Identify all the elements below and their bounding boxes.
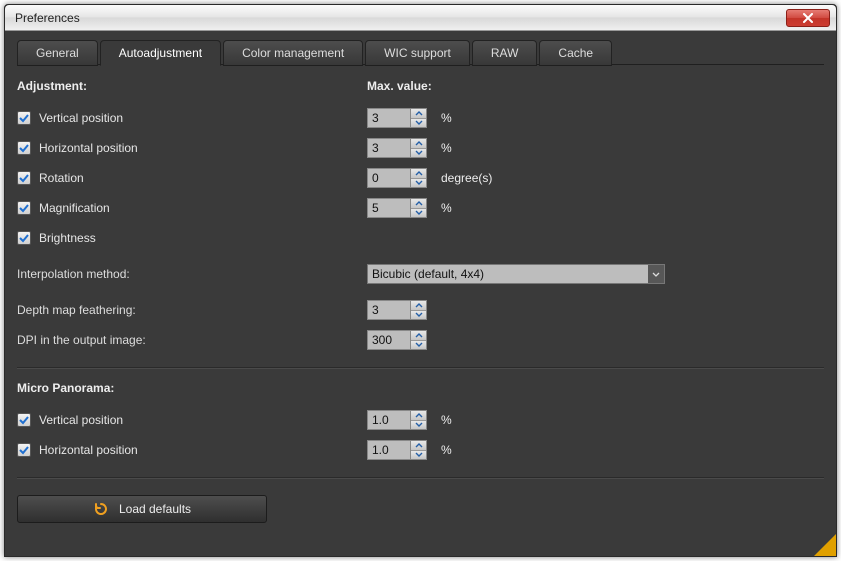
feathering-label: Depth map feathering: [17,297,367,323]
unit-label: % [441,413,452,427]
checkbox-vertical-position[interactable] [17,111,31,125]
spin-down-icon[interactable] [411,149,426,158]
load-defaults-label: Load defaults [119,502,191,516]
spinner-input[interactable] [368,331,410,349]
titlebar: Preferences [5,5,836,31]
spin-up-icon[interactable] [411,109,426,119]
preferences-window: Preferences General Autoadjustment Color… [4,4,837,557]
unit-label: % [441,201,452,215]
spinner-dpi[interactable] [367,330,427,350]
spinner-micro-horizontal[interactable] [367,440,427,460]
spinner-input[interactable] [368,169,410,187]
spin-up-icon[interactable] [411,139,426,149]
chevron-down-icon [648,265,664,283]
spin-up-icon[interactable] [411,199,426,209]
label-micro-horizontal: Horizontal position [39,443,138,457]
checkbox-micro-vertical[interactable] [17,413,31,427]
tabstrip: General Autoadjustment Color management … [17,39,824,65]
label-magnification: Magnification [39,201,110,215]
checkmark-icon [19,203,29,213]
max-value-heading: Max. value: [367,79,824,93]
close-icon [802,13,814,23]
spin-up-icon[interactable] [411,301,426,311]
checkbox-rotation[interactable] [17,171,31,185]
spin-down-icon[interactable] [411,179,426,188]
spin-up-icon[interactable] [411,169,426,179]
unit-label: degree(s) [441,171,492,185]
close-button[interactable] [786,9,830,27]
spin-up-icon[interactable] [411,441,426,451]
tab-general[interactable]: General [17,40,98,66]
spinner-input[interactable] [368,301,410,319]
checkbox-magnification[interactable] [17,201,31,215]
tab-cache[interactable]: Cache [539,40,612,66]
spin-up-icon[interactable] [411,331,426,341]
spin-down-icon[interactable] [411,311,426,320]
spin-down-icon[interactable] [411,341,426,350]
label-horizontal-position: Horizontal position [39,141,138,155]
checkbox-brightness[interactable] [17,231,31,245]
unit-label: % [441,111,452,125]
interpolation-label: Interpolation method: [17,261,367,287]
tab-autoadjustment[interactable]: Autoadjustment [100,40,221,66]
spinner-input[interactable] [368,199,410,217]
spinner-input[interactable] [368,411,410,429]
label-vertical-position: Vertical position [39,111,123,125]
resize-grip-icon[interactable] [814,534,836,556]
divider [17,477,824,479]
dpi-label: DPI in the output image: [17,327,367,353]
adjustment-heading: Adjustment: [17,79,367,93]
divider [17,367,824,369]
spinner-rotation[interactable] [367,168,427,188]
spin-down-icon[interactable] [411,119,426,128]
spin-down-icon[interactable] [411,209,426,218]
checkmark-icon [19,233,29,243]
checkmark-icon [19,445,29,455]
spinner-feathering[interactable] [367,300,427,320]
spin-down-icon[interactable] [411,451,426,460]
checkbox-micro-horizontal[interactable] [17,443,31,457]
interpolation-value: Bicubic (default, 4x4) [368,265,648,283]
load-defaults-button[interactable]: Load defaults [17,495,267,523]
spinner-input[interactable] [368,139,410,157]
label-micro-vertical: Vertical position [39,413,123,427]
content-area: General Autoadjustment Color management … [5,31,836,556]
spinner-input[interactable] [368,441,410,459]
checkmark-icon [19,143,29,153]
spinner-input[interactable] [368,109,410,127]
spinner-vertical-position[interactable] [367,108,427,128]
checkmark-icon [19,173,29,183]
label-brightness: Brightness [39,231,96,245]
spin-down-icon[interactable] [411,421,426,430]
micro-panorama-heading: Micro Panorama: [17,381,824,395]
window-title: Preferences [15,11,786,25]
reset-icon [93,501,109,517]
unit-label: % [441,443,452,457]
checkmark-icon [19,415,29,425]
tab-raw[interactable]: RAW [472,40,538,66]
tab-wic-support[interactable]: WIC support [365,40,470,66]
unit-label: % [441,141,452,155]
spinner-micro-vertical[interactable] [367,410,427,430]
tab-color-management[interactable]: Color management [223,40,363,66]
checkmark-icon [19,113,29,123]
spinner-magnification[interactable] [367,198,427,218]
spin-up-icon[interactable] [411,411,426,421]
label-rotation: Rotation [39,171,84,185]
checkbox-horizontal-position[interactable] [17,141,31,155]
interpolation-select[interactable]: Bicubic (default, 4x4) [367,264,665,284]
spinner-horizontal-position[interactable] [367,138,427,158]
